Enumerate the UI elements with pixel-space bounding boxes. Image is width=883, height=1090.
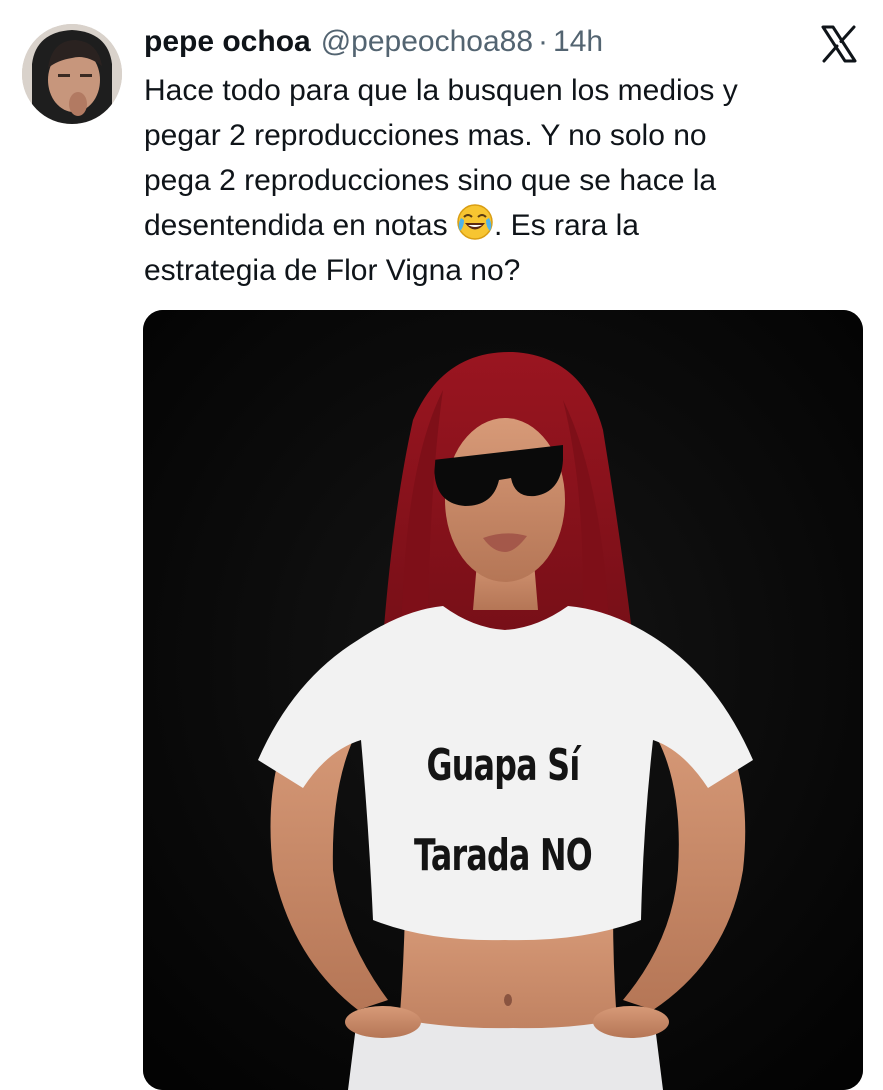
avatar-image [22, 24, 122, 124]
display-name[interactable]: pepe ochoa [144, 22, 311, 62]
face-with-tears-of-joy-icon [456, 203, 494, 241]
user-handle[interactable]: @pepeochoa88 [321, 22, 533, 62]
shirt-text-line-1: Guapa Sí [426, 740, 581, 791]
photo-illustration [143, 310, 863, 1090]
tweet-text: Hace todo para que la busquen los medios… [144, 68, 864, 293]
separator-dot: · [538, 25, 549, 58]
x-logo-icon[interactable] [819, 24, 859, 64]
tweet-media-image[interactable]: Guapa Sí Tarada NO [143, 310, 863, 1090]
avatar[interactable] [22, 24, 122, 124]
shirt-text-line-2: Tarada NO [414, 830, 593, 881]
timestamp[interactable]: 14h [553, 22, 603, 62]
tweet-text-part-1: Hace todo para que la busquen los medios… [144, 74, 738, 242]
tweet-header: pepe ochoa @pepeochoa88 · 14h [144, 22, 603, 62]
